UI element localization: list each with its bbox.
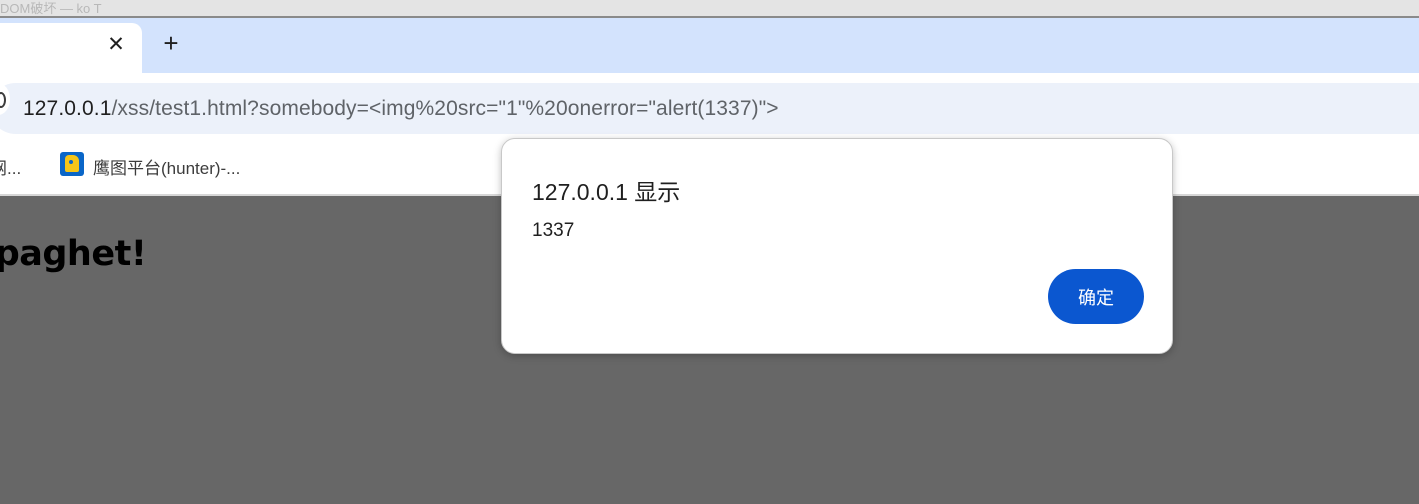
address-host: 127.0.0.1	[23, 97, 112, 120]
bookmark-item-hunter[interactable]: 鹰图平台(hunter)-...	[93, 154, 240, 179]
tab-active[interactable]: ✕	[0, 23, 142, 73]
alert-dialog-message: 1337	[532, 220, 575, 241]
page-heading: Spaghet!	[0, 234, 147, 274]
bookmark-item-1[interactable]: 网...	[0, 154, 21, 179]
alert-ok-button[interactable]: 确定	[1048, 269, 1144, 324]
browser-toolbar: 127.0.0.1/xss/test1.html?somebody=<img%2…	[0, 73, 1419, 134]
address-path: /xss/test1.html?somebody=<img%20src="1"%…	[111, 97, 779, 120]
window-title: DOM破坏 — ko T	[0, 1, 102, 16]
hunter-favicon-icon	[60, 152, 84, 176]
alert-dialog: 127.0.0.1 显示 1337 确定	[501, 138, 1173, 354]
window-titlebar: DOM破坏 — ko T	[0, 0, 1419, 18]
tab-strip: ✕ +	[0, 18, 1419, 73]
new-tab-button[interactable]: +	[158, 30, 184, 57]
address-url[interactable]: 127.0.0.1/xss/test1.html?somebody=<img%2…	[23, 97, 779, 121]
alert-dialog-title: 127.0.0.1 显示	[532, 179, 681, 205]
tab-close-icon[interactable]: ✕	[106, 34, 126, 55]
